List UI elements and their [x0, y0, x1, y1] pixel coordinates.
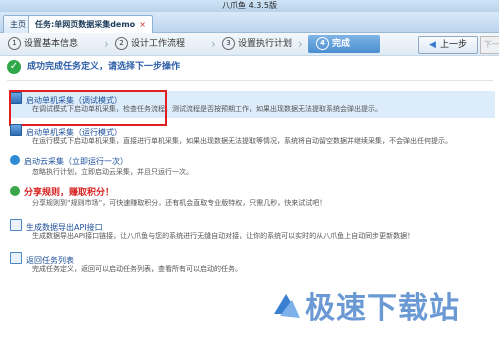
- next-step-label: 下一: [484, 40, 499, 49]
- chevron-right-icon: ›: [104, 37, 109, 51]
- step-label: 设置执行计划: [238, 39, 293, 49]
- tab-close-icon[interactable]: ×: [139, 20, 146, 29]
- option-title: 分享规则，赚取积分！: [10, 186, 114, 198]
- divider: [7, 80, 493, 81]
- window-title: 八爪鱼 4.3.5版: [222, 1, 277, 10]
- window-titlebar: 八爪鱼 4.3.5版: [0, 0, 499, 12]
- chevron-right-icon: ›: [211, 37, 216, 51]
- option-desc: 分享规则到“规则市场”，可快速赚取积分，还有机会直取专业版特权，只需几秒，快来试…: [32, 199, 327, 207]
- cloud-icon: [10, 155, 20, 165]
- step-label: 完成: [332, 39, 351, 49]
- option-desc: 生成数据导出API接口链接，让八爪鱼与您的系统进行无缝自动对接，让你的系统可以实…: [32, 232, 415, 240]
- share-icon: [10, 186, 20, 196]
- step-schedule[interactable]: 3 设置执行计划: [222, 37, 292, 51]
- tab-bar: 主页 任务:单网页数据采集demo ×: [0, 12, 499, 33]
- option-desc: 完成任务定义，返回可以启动任务列表，查看所有可以启动的任务。: [32, 265, 242, 273]
- option-title: 返回任务列表: [10, 252, 74, 265]
- chevron-right-icon: ›: [298, 37, 303, 51]
- step-finish[interactable]: 4 完成: [308, 35, 380, 53]
- watermark-logo-icon: [274, 294, 300, 318]
- check-circle-icon: ✓: [7, 59, 21, 74]
- option-title: 生成数据导出API接口: [10, 219, 103, 232]
- success-message: ✓ 成功完成任务定义，请选择下一步操作: [7, 59, 180, 75]
- list-icon: [10, 252, 22, 264]
- tab-home-label: 主页: [10, 20, 26, 29]
- option-title-text: 启动云采集（立即运行一次）: [24, 157, 128, 166]
- step-number-3: 3: [222, 37, 235, 50]
- step-number-1: 1: [8, 37, 21, 50]
- prev-step-button[interactable]: ◀ 上一步: [418, 36, 478, 54]
- step-label: 设置基本信息: [24, 39, 79, 49]
- success-text: 成功完成任务定义，请选择下一步操作: [27, 62, 181, 72]
- step-workflow[interactable]: 2 设计工作流程: [115, 37, 185, 51]
- step-basic-info[interactable]: 1 设置基本信息: [8, 37, 78, 51]
- tab-task-label: 任务:单网页数据采集demo: [35, 20, 136, 29]
- prev-step-label: 上一步: [439, 40, 467, 50]
- arrow-left-icon: ◀: [429, 40, 436, 50]
- option-title: 启动云采集（立即运行一次）: [10, 155, 128, 167]
- option-desc: 忽略执行计划，立即启动云采集，并且只运行一次。: [32, 168, 193, 176]
- tab-task[interactable]: 任务:单网页数据采集demo ×: [28, 15, 153, 33]
- monitor-icon: [10, 124, 22, 136]
- option-desc: 在运行模式下启动单机采集，直接进行单机采集，如果出现数据无法提取等情况，系统将自…: [32, 137, 452, 145]
- step-wizard-bar: 1 设置基本信息 › 2 设计工作流程 › 3 设置执行计划 › 4 完成 ◀ 上一步 下…: [0, 33, 499, 56]
- step-number-4: 4: [316, 37, 329, 50]
- step-label: 设计工作流程: [131, 39, 186, 49]
- option-title: 启动单机采集（运行模式）: [10, 124, 122, 137]
- watermark-text: 极速下载站: [305, 291, 460, 326]
- option-title-text: 分享规则，赚取积分！: [24, 188, 115, 198]
- step-number-2: 2: [115, 37, 128, 50]
- highlight-frame: [9, 90, 167, 126]
- api-doc-icon: [10, 219, 22, 231]
- next-step-button[interactable]: 下一: [480, 36, 499, 54]
